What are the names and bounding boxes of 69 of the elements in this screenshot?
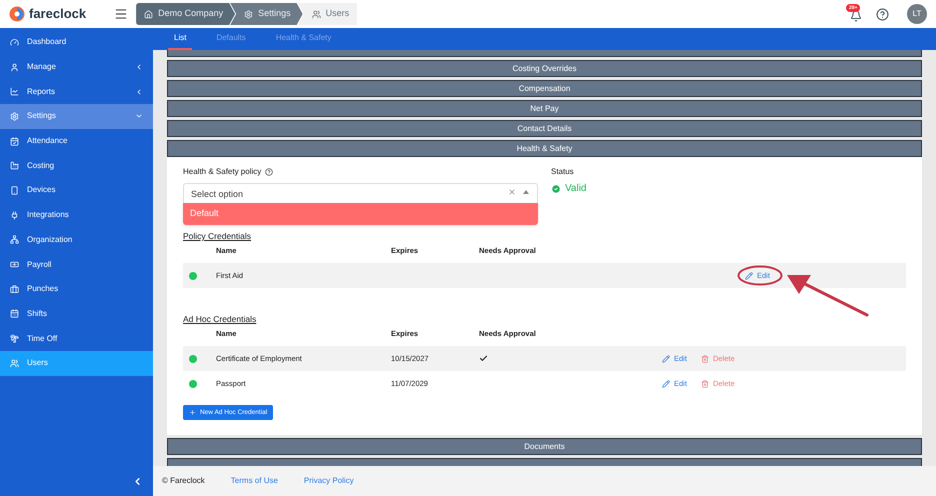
breadcrumb-item[interactable]: Settings: [230, 3, 303, 25]
plug-icon: [10, 210, 19, 220]
accordion-header[interactable]: Compensation: [167, 80, 922, 97]
breadcrumb-item[interactable]: Users: [298, 3, 358, 25]
bell-icon[interactable]: [850, 10, 862, 22]
users-icon: [312, 10, 321, 18]
sidebar-item[interactable]: Integrations: [0, 202, 153, 228]
gauge-icon: [10, 38, 19, 47]
tab[interactable]: Defaults: [210, 28, 252, 50]
accordion-header[interactable]: Contact Details: [167, 120, 922, 137]
accordion-header[interactable]: Documents: [167, 438, 922, 455]
trash-icon: [700, 354, 709, 362]
sidebar-item[interactable]: Settings: [0, 104, 153, 129]
briefcase-icon: [10, 284, 19, 294]
check-circle-icon: [551, 184, 561, 194]
status-text: Valid: [565, 182, 586, 196]
chart-icon: [10, 87, 19, 96]
accordion-header[interactable]: Net Pay: [167, 100, 922, 117]
logo-icon: [9, 6, 25, 22]
pencil-icon: [662, 354, 670, 362]
sidebar-item[interactable]: Attendance: [0, 128, 153, 154]
footer-link[interactable]: Terms of Use: [230, 475, 278, 487]
phone-icon: [10, 186, 19, 195]
sidebar-item[interactable]: Punches: [0, 276, 153, 302]
accordion-header[interactable]: Health & Safety: [167, 140, 922, 157]
accordion-header[interactable]: Costing Overrides: [167, 60, 922, 77]
sidebar-item[interactable]: Time Off: [0, 326, 153, 351]
sidebar-item[interactable]: Users: [0, 350, 153, 376]
calendar-icon: [10, 309, 19, 318]
home-icon: [144, 10, 154, 18]
pencil-icon: [745, 272, 753, 280]
gear-icon: [10, 112, 19, 121]
clear-icon[interactable]: [508, 188, 516, 196]
help-icon[interactable]: [876, 8, 889, 20]
caret-icon[interactable]: [523, 190, 529, 194]
menu-icon[interactable]: [114, 7, 128, 21]
field-label: Health & Safety policy: [183, 166, 262, 178]
factory-icon: [10, 161, 19, 170]
sidebar-item[interactable]: Shifts: [0, 302, 153, 326]
section-heading: Policy Credentials: [183, 231, 252, 241]
section-heading: Ad Hoc Credentials: [183, 314, 256, 324]
sidebar-item[interactable]: Costing: [0, 153, 153, 178]
trash-icon: [700, 380, 709, 388]
accordion-header[interactable]: [167, 50, 922, 57]
copyright-text: © Fareclock: [162, 475, 205, 487]
user-icon: [10, 62, 19, 72]
sidebar-item[interactable]: Devices: [0, 178, 153, 203]
sidebar-item[interactable]: Reports: [0, 79, 153, 104]
tab[interactable]: Health & Safety: [270, 28, 338, 50]
pencil-icon: [662, 380, 670, 388]
palm-tree-icon: [10, 334, 19, 344]
logo-text: fareclock: [29, 5, 86, 24]
field-label: Status: [551, 167, 575, 177]
footer-link[interactable]: Privacy Policy: [304, 475, 354, 487]
help-icon[interactable]: [265, 168, 274, 176]
user-avatar[interactable]: LT: [907, 4, 927, 24]
sidebar-item[interactable]: Payroll: [0, 252, 153, 277]
sidebar-item[interactable]: Manage: [0, 54, 153, 80]
sidebar-item[interactable]: Dashboard: [0, 30, 153, 55]
policy-select[interactable]: Select option: [183, 183, 538, 205]
network-icon: [10, 235, 19, 244]
dropdown-option[interactable]: Default: [183, 203, 538, 225]
users-icon: [10, 358, 19, 368]
breadcrumb-item[interactable]: Demo Company: [136, 3, 236, 25]
banknote-icon: [10, 260, 19, 270]
gear-icon: [244, 10, 254, 18]
plus-icon: [189, 409, 196, 416]
sidebar-item[interactable]: Organization: [0, 228, 153, 252]
calendar-icon: [10, 136, 19, 146]
